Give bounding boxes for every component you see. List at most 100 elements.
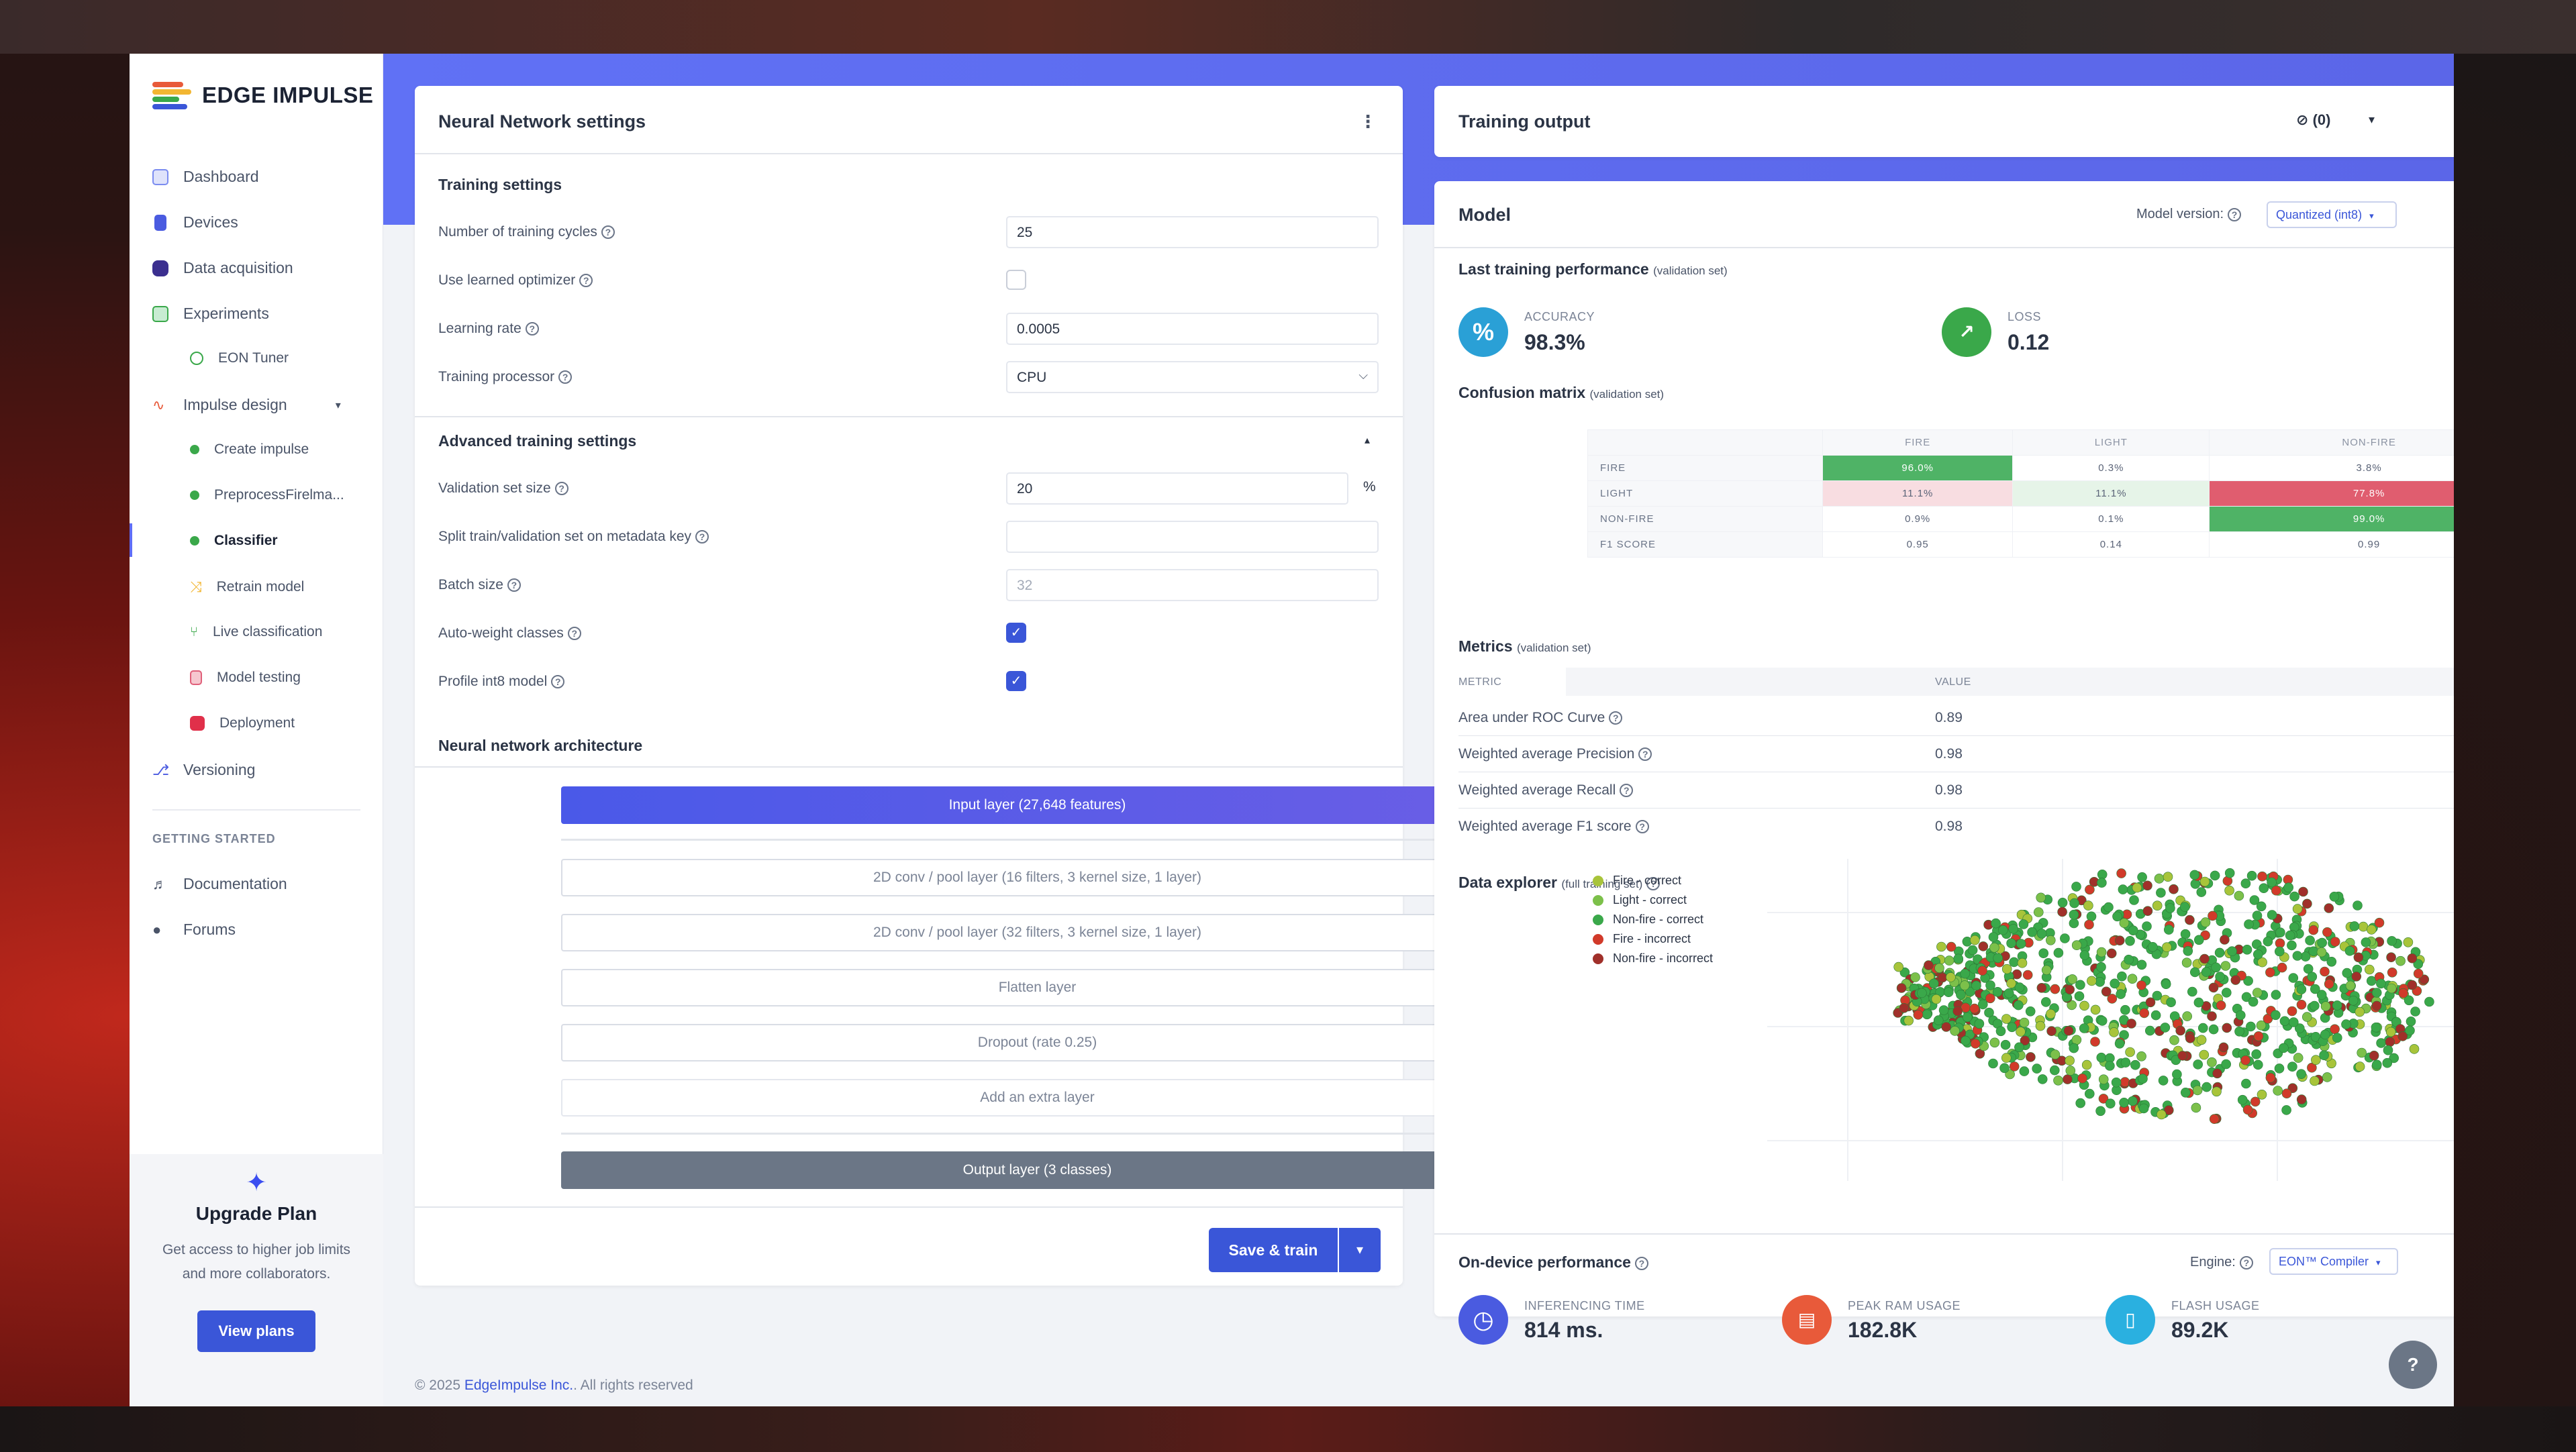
scatter-point xyxy=(2246,870,2257,881)
logo[interactable]: EDGE IMPULSE xyxy=(152,82,373,109)
advanced-settings-heading[interactable]: Advanced training settings xyxy=(438,432,636,450)
help-icon[interactable]: ? xyxy=(579,274,593,288)
validation-size-input[interactable]: 20 xyxy=(1006,472,1348,505)
flatten-layer[interactable]: Flatten layer xyxy=(561,969,1514,1006)
chevron-down-icon[interactable]: ▾ xyxy=(2369,113,2375,127)
help-icon[interactable]: ? xyxy=(558,370,573,384)
sidebar-item-retrain-model[interactable]: ⤨ Retrain model xyxy=(190,578,304,596)
scatter-point xyxy=(2324,979,2334,989)
more-options-icon[interactable]: ⋮ xyxy=(1359,111,1377,132)
data-explorer-scatter[interactable] xyxy=(1767,859,2454,1194)
scatter-point xyxy=(1933,1015,1944,1025)
sidebar-item-create-impulse[interactable]: Create impulse xyxy=(190,442,309,458)
sidebar-item-deployment[interactable]: Deployment xyxy=(190,715,295,731)
notifications-toggle[interactable]: ⊘ (0) xyxy=(2296,111,2330,129)
conv-layer-2[interactable]: 2D conv / pool layer (32 filters, 3 kern… xyxy=(561,914,1514,951)
split-metadata-label: Split train/validation set on metadata k… xyxy=(438,529,709,545)
sidebar-item-dashboard[interactable]: Dashboard xyxy=(152,168,259,186)
scatter-point xyxy=(1961,1035,1971,1046)
scatter-point xyxy=(2215,972,2225,982)
dropout-layer[interactable]: Dropout (rate 0.25) xyxy=(561,1024,1514,1061)
scatter-point xyxy=(1946,972,1956,982)
help-icon[interactable]: ? xyxy=(2239,1255,2253,1269)
scatter-point xyxy=(2406,1017,2416,1027)
scatter-point xyxy=(2341,1019,2351,1029)
legend-label: Fire - incorrect xyxy=(1613,932,1691,945)
scatter-point xyxy=(2036,983,2047,993)
help-icon[interactable]: ? xyxy=(1609,711,1623,725)
scatter-point xyxy=(2242,1104,2253,1115)
scatter-point xyxy=(2144,1025,2155,1036)
sidebar-item-eon-tuner[interactable]: EON Tuner xyxy=(190,350,289,366)
conv-layer-1[interactable]: 2D conv / pool layer (16 filters, 3 kern… xyxy=(561,859,1514,896)
legend-nonfire-correct[interactable]: Non-fire - correct xyxy=(1593,913,1703,927)
model-version-value: Quantized (int8) xyxy=(2276,208,2363,221)
help-icon[interactable]: ? xyxy=(1638,747,1652,762)
column-header: LIGHT xyxy=(2012,429,2210,456)
legend-fire-correct[interactable]: Fire - correct xyxy=(1593,874,1681,888)
sidebar-item-devices[interactable]: Devices xyxy=(152,213,238,231)
footer-dot: . xyxy=(573,1378,577,1393)
legend-fire-incorrect[interactable]: Fire - incorrect xyxy=(1593,932,1691,946)
scatter-point xyxy=(2207,1057,2217,1068)
scatter-point xyxy=(1969,1003,1980,1014)
metadata-key-input[interactable] xyxy=(1006,521,1379,553)
scatter-point xyxy=(2364,964,2375,975)
help-icon[interactable]: ? xyxy=(567,627,581,641)
sidebar-item-experiments[interactable]: Experiments xyxy=(152,305,269,323)
input-layer[interactable]: Input layer (27,648 features) xyxy=(561,786,1514,824)
help-icon[interactable]: ? xyxy=(551,675,565,689)
add-layer-button[interactable]: Add an extra layer xyxy=(561,1079,1514,1117)
sidebar-item-versioning[interactable]: ⎇ Versioning xyxy=(152,761,255,779)
sidebar-item-impulse-design[interactable]: ∿ Impulse design ▾ xyxy=(152,396,341,414)
scatter-point xyxy=(2246,1021,2256,1032)
scatter-point xyxy=(2111,1077,2122,1088)
sidebar-item-classifier[interactable]: Classifier xyxy=(190,533,278,549)
help-icon[interactable]: ? xyxy=(1634,1256,1648,1270)
scatter-point xyxy=(2345,980,2356,991)
help-icon[interactable]: ? xyxy=(1620,784,1634,798)
scatter-point xyxy=(2348,996,2359,1006)
scatter-point xyxy=(2237,1094,2248,1105)
learning-rate-input[interactable]: 0.0005 xyxy=(1006,313,1379,345)
sidebar-item-model-testing[interactable]: Model testing xyxy=(190,670,301,686)
auto-weight-checkbox[interactable]: ✓ xyxy=(1006,623,1026,643)
sidebar-item-preprocess[interactable]: PreprocessFirelma... xyxy=(190,487,344,503)
help-button[interactable]: ? xyxy=(2389,1341,2437,1389)
learned-optimizer-checkbox[interactable] xyxy=(1006,270,1026,290)
training-processor-select[interactable]: CPU ⌵ xyxy=(1006,361,1379,393)
sidebar-item-data-acquisition[interactable]: Data acquisition xyxy=(152,259,293,277)
scatter-point xyxy=(2013,1000,2024,1010)
view-plans-button[interactable]: View plans xyxy=(197,1310,315,1352)
help-icon[interactable]: ? xyxy=(507,578,521,592)
sidebar-item-live-classification[interactable]: ⑂ Live classification xyxy=(190,624,322,640)
company-link[interactable]: EdgeImpulse Inc. xyxy=(464,1378,573,1393)
column-header: FIRE xyxy=(1822,429,2014,456)
engine-select[interactable]: EON™ Compiler ▾ xyxy=(2269,1248,2398,1275)
legend-light-correct[interactable]: Light - correct xyxy=(1593,893,1687,907)
output-layer[interactable]: Output layer (3 classes) xyxy=(561,1151,1514,1189)
help-icon[interactable]: ? xyxy=(2228,207,2242,221)
batch-size-input[interactable]: 32 xyxy=(1006,569,1379,601)
sidebar-item-forums[interactable]: ● Forums xyxy=(152,921,236,939)
scatter-point xyxy=(2120,1077,2130,1087)
scatter-point xyxy=(2208,1024,2219,1035)
scatter-point xyxy=(2138,1074,2148,1084)
scatter-point xyxy=(2355,1006,2365,1017)
last-performance-heading: Last training performance (validation se… xyxy=(1458,260,1728,278)
save-train-button[interactable]: Save & train xyxy=(1209,1228,1338,1272)
help-icon[interactable]: ? xyxy=(525,322,539,336)
scatter-point xyxy=(2257,871,2267,882)
help-icon[interactable]: ? xyxy=(695,530,709,544)
help-icon[interactable]: ? xyxy=(601,225,615,240)
chevron-up-icon[interactable]: ▴ xyxy=(1365,433,1370,447)
sidebar-item-documentation[interactable]: ♬ Documentation xyxy=(152,875,287,893)
legend-nonfire-incorrect[interactable]: Non-fire - incorrect xyxy=(1593,951,1713,966)
profile-int8-checkbox[interactable]: ✓ xyxy=(1006,671,1026,691)
help-icon[interactable]: ? xyxy=(1635,820,1649,834)
help-icon[interactable]: ? xyxy=(554,482,568,496)
model-version-select[interactable]: Quantized (int8) ▾ xyxy=(2267,201,2397,228)
scatter-point xyxy=(1944,955,1954,966)
save-options-caret-icon[interactable]: ▾ xyxy=(1339,1228,1381,1272)
training-cycles-input[interactable]: 25 xyxy=(1006,216,1379,248)
